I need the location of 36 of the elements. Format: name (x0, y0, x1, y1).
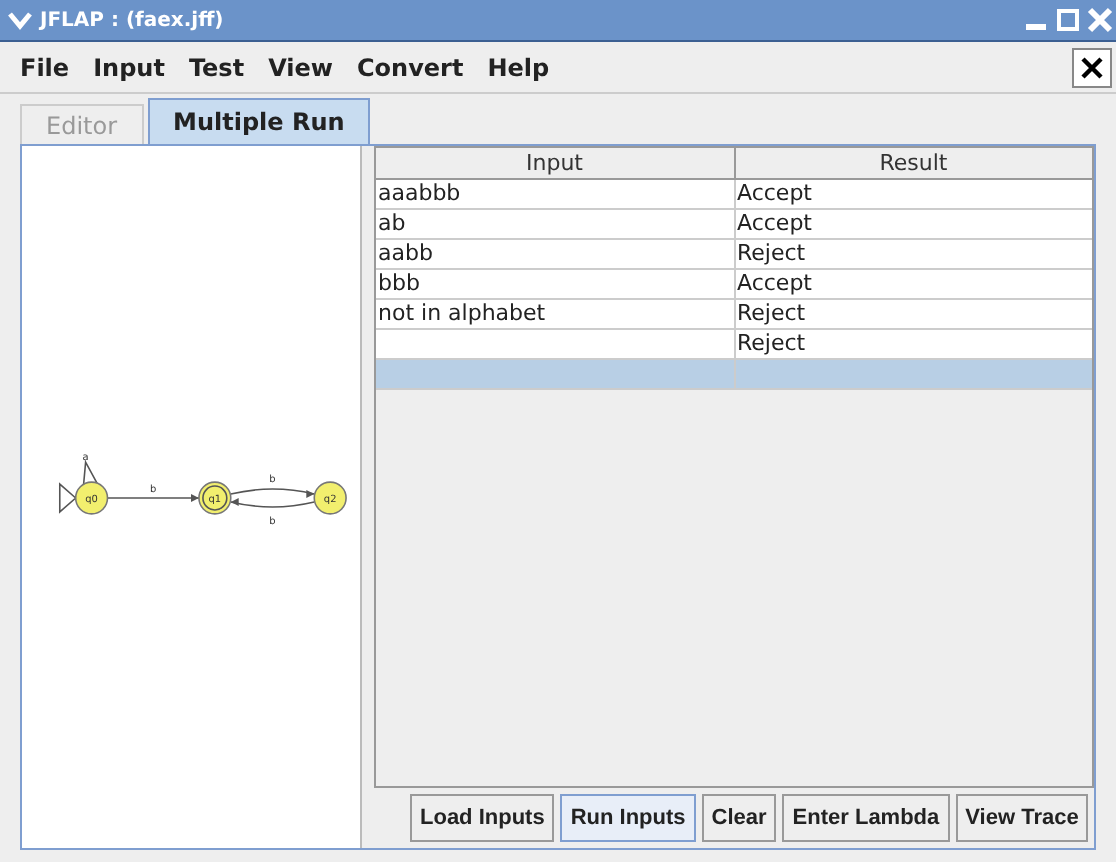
menu-item[interactable]: Test (188, 49, 245, 85)
table-cell: aaabbb (378, 180, 461, 206)
button[interactable]: Clear (701, 794, 777, 842)
table-row[interactable]: not in alphabet Reject (376, 300, 1092, 330)
transition-arrow (106, 493, 200, 501)
table-cell: aabb (378, 240, 433, 266)
table-cell: Reject (737, 240, 806, 266)
table-row[interactable]: aaabbb Accept (376, 180, 1092, 210)
window-menu-icon[interactable] (8, 10, 32, 30)
table-row[interactable]: aabb Reject (376, 240, 1092, 270)
button[interactable]: Load Inputs (410, 794, 555, 842)
table-cell: bbb (378, 270, 420, 296)
button[interactable]: Run Inputs (560, 794, 696, 842)
table-row[interactable]: Reject (376, 330, 1092, 360)
tab[interactable]: Multiple Run (147, 98, 371, 144)
menu-item[interactable]: Help (487, 49, 550, 85)
button[interactable]: Enter Lambda (782, 794, 950, 842)
table-row[interactable]: bbb Accept (376, 270, 1092, 300)
table-cell: Accept (737, 180, 812, 206)
table-cell: Reject (737, 330, 806, 356)
table-row[interactable]: ab Accept (376, 210, 1092, 240)
table-cell: not in alphabet (378, 300, 546, 326)
close-icon[interactable] (1072, 47, 1112, 87)
menu-item[interactable]: File (20, 49, 70, 85)
menu-item[interactable]: View (268, 49, 333, 85)
table-cell: Accept (737, 210, 812, 236)
button[interactable]: View Trace (955, 794, 1089, 842)
menu-item[interactable]: Convert (356, 49, 464, 85)
window-title: JFLAP : (faex.jff) (40, 7, 224, 35)
column-header[interactable]: Input (376, 148, 733, 178)
table-cell: ab (378, 210, 406, 236)
table-cell: Accept (737, 270, 812, 296)
maximize-icon[interactable] (1054, 6, 1082, 34)
table-cell: Reject (737, 300, 806, 326)
menu-item[interactable]: Input (93, 49, 165, 85)
column-header[interactable]: Result (733, 148, 1092, 178)
